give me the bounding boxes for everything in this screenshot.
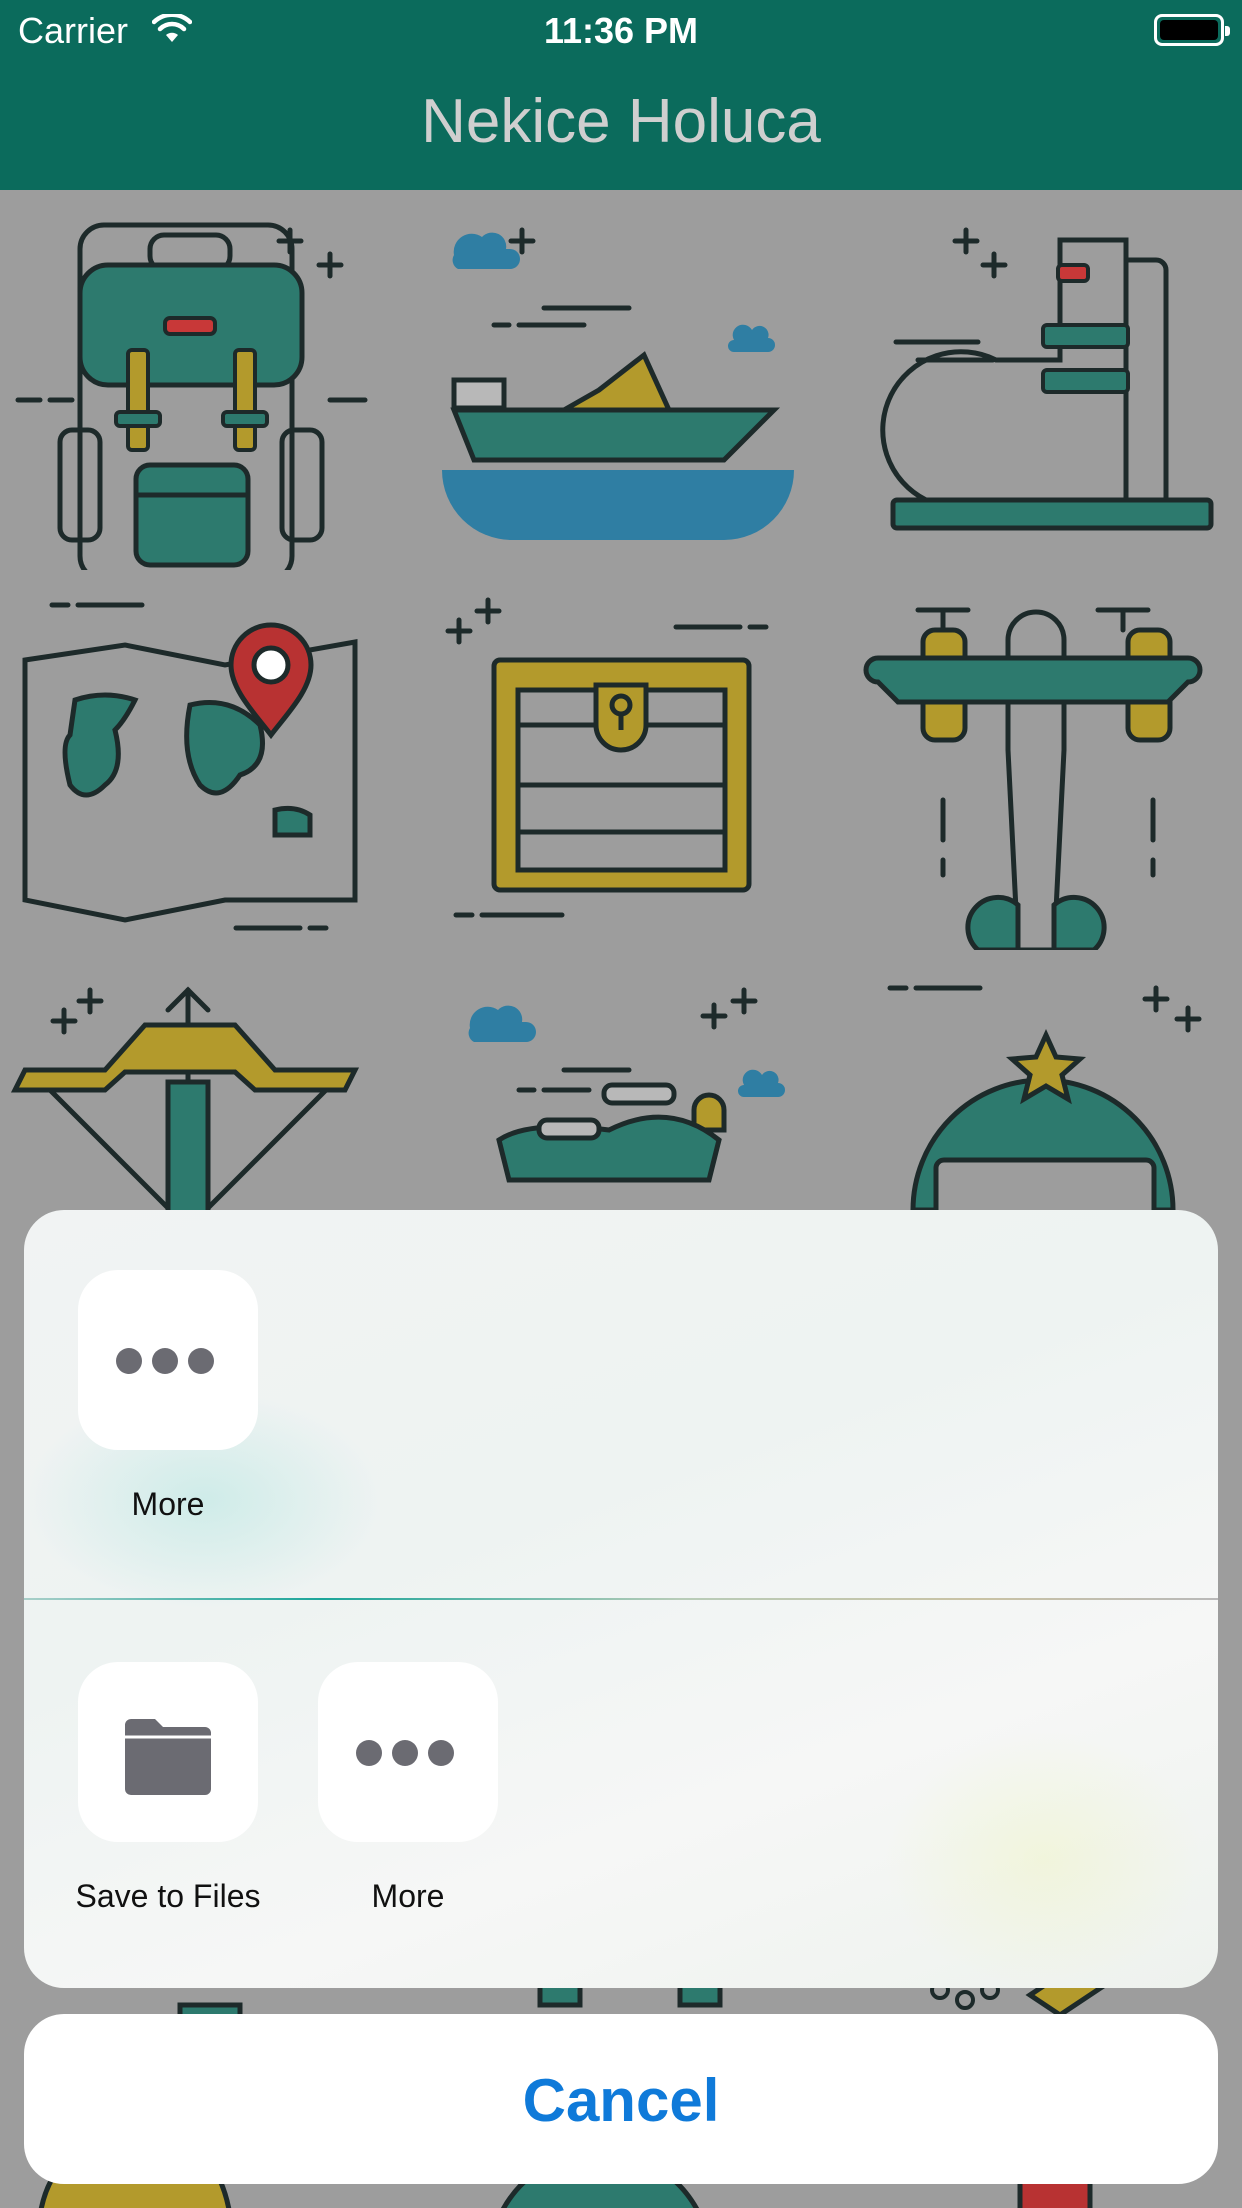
- airplane-icon[interactable]: [828, 570, 1242, 953]
- page-title: Nekice Holuca: [421, 87, 821, 156]
- more-dots-icon: [356, 1740, 454, 1766]
- navigation-bar: Nekice Holuca: [0, 62, 1242, 190]
- more-action-row2[interactable]: More: [308, 1662, 508, 1915]
- save-to-files-action[interactable]: Save to Files: [68, 1662, 268, 1915]
- cancel-button[interactable]: Cancel: [24, 2014, 1218, 2184]
- more-action-label: More: [371, 1878, 445, 1914]
- speedboat-icon[interactable]: [414, 190, 828, 570]
- save-to-files-label: Save to Files: [75, 1878, 261, 1914]
- clock-label: 11:36 PM: [543, 10, 699, 51]
- save-to-files-tile[interactable]: [78, 1662, 258, 1842]
- more-dots-icon: [116, 1348, 214, 1374]
- more-action-label: More: [131, 1486, 205, 1522]
- more-action-tile[interactable]: [78, 1270, 258, 1450]
- folder-icon: [121, 1715, 215, 1800]
- row-divider: [24, 1598, 1218, 1600]
- battery-icon: [1154, 14, 1230, 46]
- more-action-tile[interactable]: [318, 1662, 498, 1842]
- backpack-icon[interactable]: [0, 190, 414, 583]
- boot-icon[interactable]: [828, 190, 1242, 570]
- cancel-label: Cancel: [522, 2067, 720, 2134]
- more-action-row1[interactable]: More: [68, 1270, 268, 1523]
- status-bar: Carrier 11:36 PM: [0, 0, 1242, 62]
- treasure-chest-icon[interactable]: [414, 570, 828, 950]
- share-sheet: More Save to Files More: [24, 1210, 1218, 1988]
- map-pin-icon[interactable]: [0, 570, 414, 950]
